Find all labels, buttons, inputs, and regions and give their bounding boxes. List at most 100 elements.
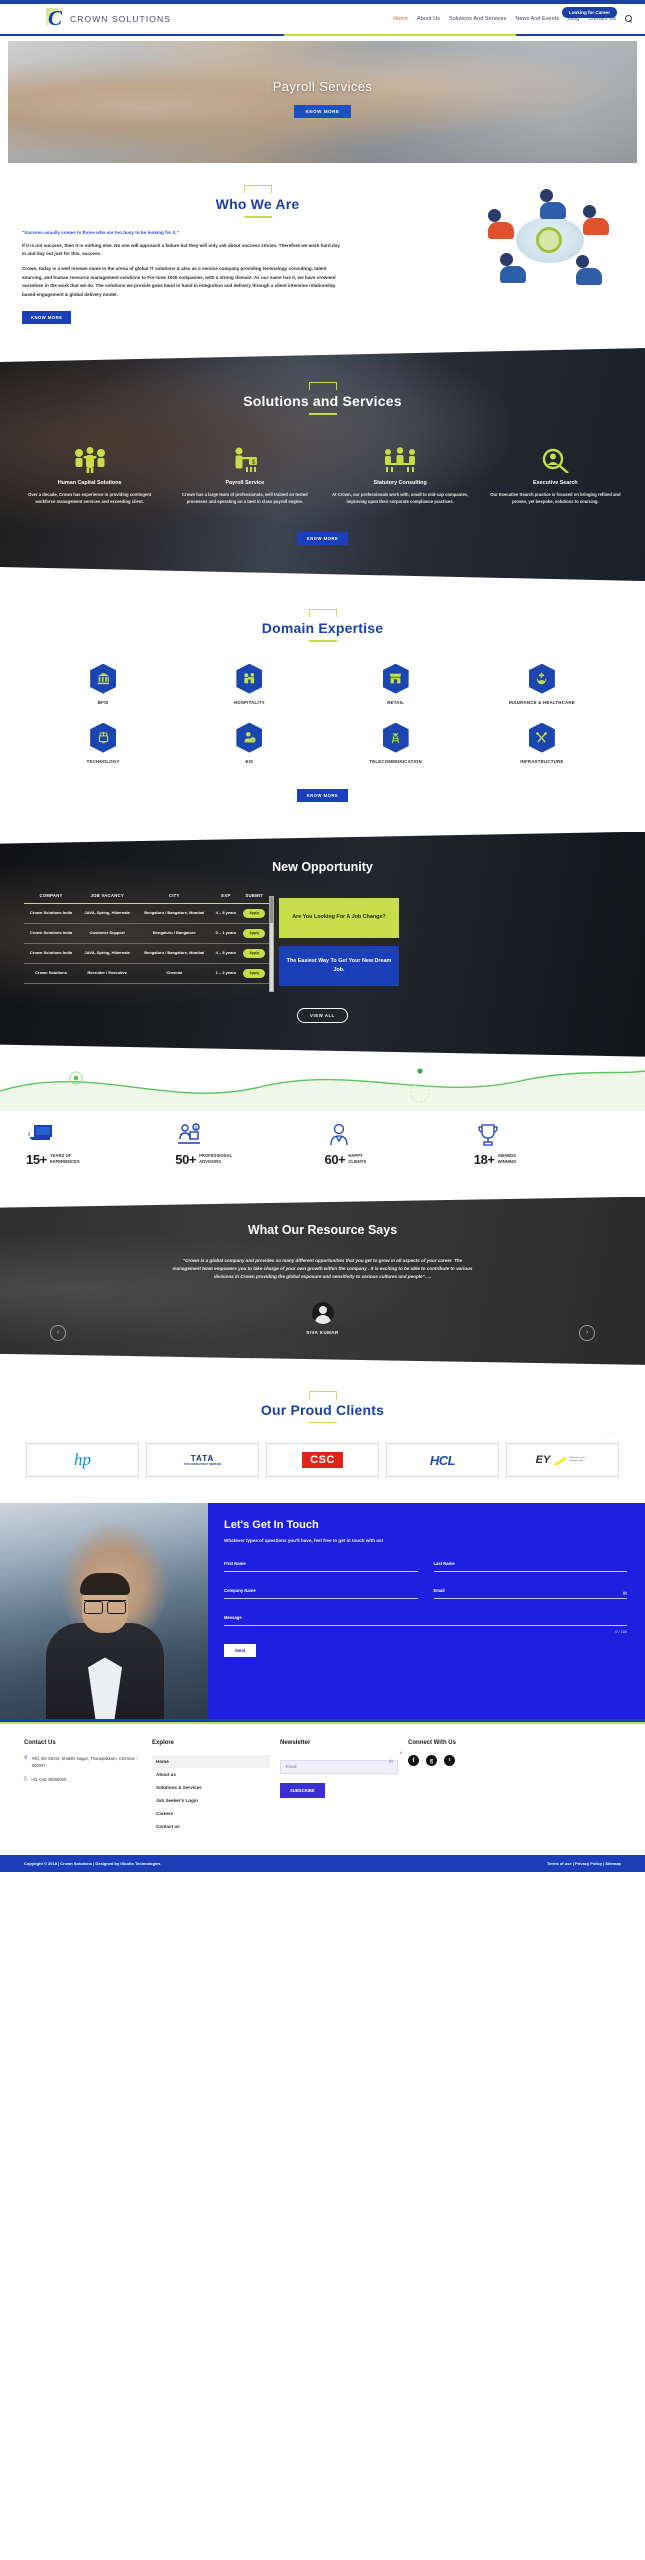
required-asterisk-icon: * <box>399 1752 402 1759</box>
search-icon[interactable] <box>625 15 633 23</box>
who-we-are-know-more-button[interactable]: KNOW MORE <box>22 311 72 325</box>
google-plus-icon[interactable]: g <box>426 1755 437 1767</box>
stat-label-line2: WINNING <box>497 1159 517 1165</box>
logo[interactable]: CROWN SOLUTIONS <box>46 6 172 31</box>
legal-links[interactable]: Terms of use | Privacy Policy | Sitemap <box>547 1861 621 1866</box>
stats-section: 15+ YEARS OF EXPERIENCES $ 50+ PROFESSIO… <box>0 1110 645 1197</box>
copyright-bar: Copyright © 2018 | Crown Solutions | Des… <box>0 1855 645 1873</box>
apply-button[interactable]: Apply <box>243 909 265 918</box>
footer-link-solutions-services[interactable]: Solutions & Services <box>152 1781 270 1794</box>
nav-item-solutions-and-services[interactable]: Solutions And Services <box>449 16 506 22</box>
domain-item-hospitality[interactable]: HOSPITALITY <box>176 663 322 705</box>
domain-item-bfsi[interactable]: BFSI <box>30 663 176 705</box>
domain-item-infrastructure[interactable]: INFRASTRUCTURE <box>469 722 615 764</box>
promo-job-change[interactable]: Are You Looking For A Job Change? <box>279 898 399 938</box>
client-logo-text: TATA <box>190 1454 215 1464</box>
view-all-button[interactable]: VIEW ALL <box>297 1008 348 1023</box>
hero-content: Payroll Services KNOW MORE <box>8 79 637 118</box>
nav-item-home[interactable]: Home <box>393 16 408 22</box>
promo-dream-job[interactable]: The Easiest Way To Get Your New Dream Jo… <box>279 946 399 986</box>
client-icon <box>325 1117 470 1147</box>
solution-card-title: Statutory Consulting <box>373 479 427 486</box>
contact-photo <box>0 1503 208 1720</box>
footer-connect-title: Connect With Us <box>408 1740 456 1747</box>
scrollbar-thumb[interactable] <box>270 897 273 923</box>
ey-beam-icon <box>553 1455 567 1465</box>
solution-card-desc: At Crown, our professionals work with, s… <box>332 491 469 504</box>
apply-button[interactable]: Apply <box>243 929 265 938</box>
solution-card[interactable]: Human Capital Solutions Over a decade, C… <box>14 439 165 505</box>
illustration-person <box>488 209 514 239</box>
footer-address: #40, 5th Street, Shakthi Nagar, Thoraipa… <box>31 1756 138 1769</box>
domain-item-retail[interactable]: RETAIL <box>323 663 469 705</box>
footer-link-job-seekers-login[interactable]: Job Seeker's Login <box>152 1794 270 1807</box>
looking-for-career-button[interactable]: Looking for Career <box>561 7 617 18</box>
stat-row: 18+ AWARDS WINNING <box>474 1152 619 1167</box>
nav-item-about-us[interactable]: About Us <box>417 16 440 22</box>
brand-name: CROWN SOLUTIONS <box>70 14 172 24</box>
stat-label-line2: ADVISORS <box>199 1159 221 1165</box>
clients-heading-block: Our Proud Clients <box>0 1390 645 1424</box>
solution-card[interactable]: Executive Search Our Executive Search pr… <box>480 439 631 505</box>
testimonial-author: SIVA KUMAR <box>306 1329 339 1335</box>
company-name-field[interactable]: Company Name <box>224 1588 418 1600</box>
cell-exp: 1 – 3 years <box>212 963 239 983</box>
nav-item-news-and-events[interactable]: News And Events <box>515 16 559 22</box>
cell-city: Chennai <box>136 963 212 983</box>
domain-item-insurance-healthcare[interactable]: INSURANCE & HEALTHCARE <box>469 663 615 705</box>
underline-decoration <box>308 1421 337 1424</box>
email-field[interactable]: Email ✉ <box>433 1588 627 1600</box>
subscribe-button[interactable]: SUBSCRIBE <box>280 1782 325 1798</box>
footer-phone-row[interactable]: ▯ +91-044-40066000 <box>24 1776 142 1783</box>
table-row: Crown Solutions India Customer Support B… <box>24 923 269 943</box>
footer-link-about-us[interactable]: About us <box>152 1768 270 1781</box>
apply-button[interactable]: Apply <box>243 969 265 978</box>
solution-card-desc: Over a decade, Crown has experience in p… <box>28 491 152 504</box>
domain-know-more-button[interactable]: KNOW MORE <box>296 788 349 802</box>
footer-link-careers[interactable]: Careers <box>152 1807 270 1820</box>
col-exp: EXP <box>212 890 239 904</box>
solution-card[interactable]: Statutory Consulting At Crown, our profe… <box>325 439 476 505</box>
stat-label-line1: HAPPY <box>348 1153 363 1159</box>
hero-know-more-button[interactable]: KNOW MORE <box>294 105 351 118</box>
job-table-scrollbar[interactable] <box>269 896 274 992</box>
footer-link-contact-us[interactable]: Contact us <box>152 1820 270 1833</box>
domain-item-telecommunication[interactable]: TELECOMMUNICATION <box>323 722 469 764</box>
cell-company: Crown Solutions India <box>24 923 78 943</box>
newsletter-email-input[interactable] <box>280 1759 398 1774</box>
domain-item-eis[interactable]: i EIS <box>176 722 322 764</box>
stat-label: HAPPY CLIENTS <box>348 1153 366 1166</box>
message-field[interactable]: Message 0 / 100 <box>224 1615 627 1634</box>
domain-heading-block: Domain Expertise <box>0 609 645 642</box>
client-logo-csc: CSC <box>266 1443 379 1478</box>
footer-link-home[interactable]: Home <box>152 1755 270 1769</box>
cell-city: Bengaluru / Bangalore, Mumbai <box>136 903 212 923</box>
stat-label: YEARS OF EXPERIENCES <box>50 1153 80 1166</box>
facebook-icon[interactable]: f <box>408 1755 419 1767</box>
apply-button[interactable]: Apply <box>243 949 265 958</box>
twitter-icon[interactable]: t <box>444 1755 455 1767</box>
solutions-know-more-button[interactable]: KNOW MORE <box>297 532 348 545</box>
footer-contact-column: Contact Us ⚲ #40, 5th Street, Shakthi Na… <box>24 1740 142 1833</box>
domain-grid: BFSI HOSPITALITY RETAIL INSURANCE & HEAL… <box>0 663 645 764</box>
table-row: Crown Solutions India JAVA, Spring, Hibe… <box>24 903 269 923</box>
carousel-controls[interactable]: ‹ › <box>607 1431 617 1436</box>
accent-bar-blue-right <box>516 34 645 36</box>
illustration-person <box>500 253 526 283</box>
testimonial-next-button[interactable]: › <box>579 1325 595 1341</box>
company-email-row: Company Name Email ✉ <box>224 1588 627 1600</box>
col-job-vacancy: JOB VACANCY <box>78 890 136 904</box>
col-company: COMPANY <box>24 890 78 904</box>
user-info-icon: i <box>236 722 263 753</box>
domain-item-technology[interactable]: TECHNOLOGY <box>30 722 176 764</box>
input-underline <box>224 1625 627 1627</box>
illustration-person <box>540 189 566 219</box>
solution-card[interactable]: $ Payroll Service Crown has a large team… <box>169 439 320 505</box>
who-we-are-paragraph-2: Crown, today is a well renown name in th… <box>22 266 336 297</box>
send-button[interactable]: Send <box>224 1644 257 1658</box>
first-name-field[interactable]: First Name <box>224 1561 418 1573</box>
statutory-icon <box>330 439 471 473</box>
last-name-field[interactable]: Last Name <box>433 1561 627 1573</box>
input-underline <box>433 1571 627 1573</box>
testimonial-prev-button[interactable]: ‹ <box>50 1325 66 1341</box>
